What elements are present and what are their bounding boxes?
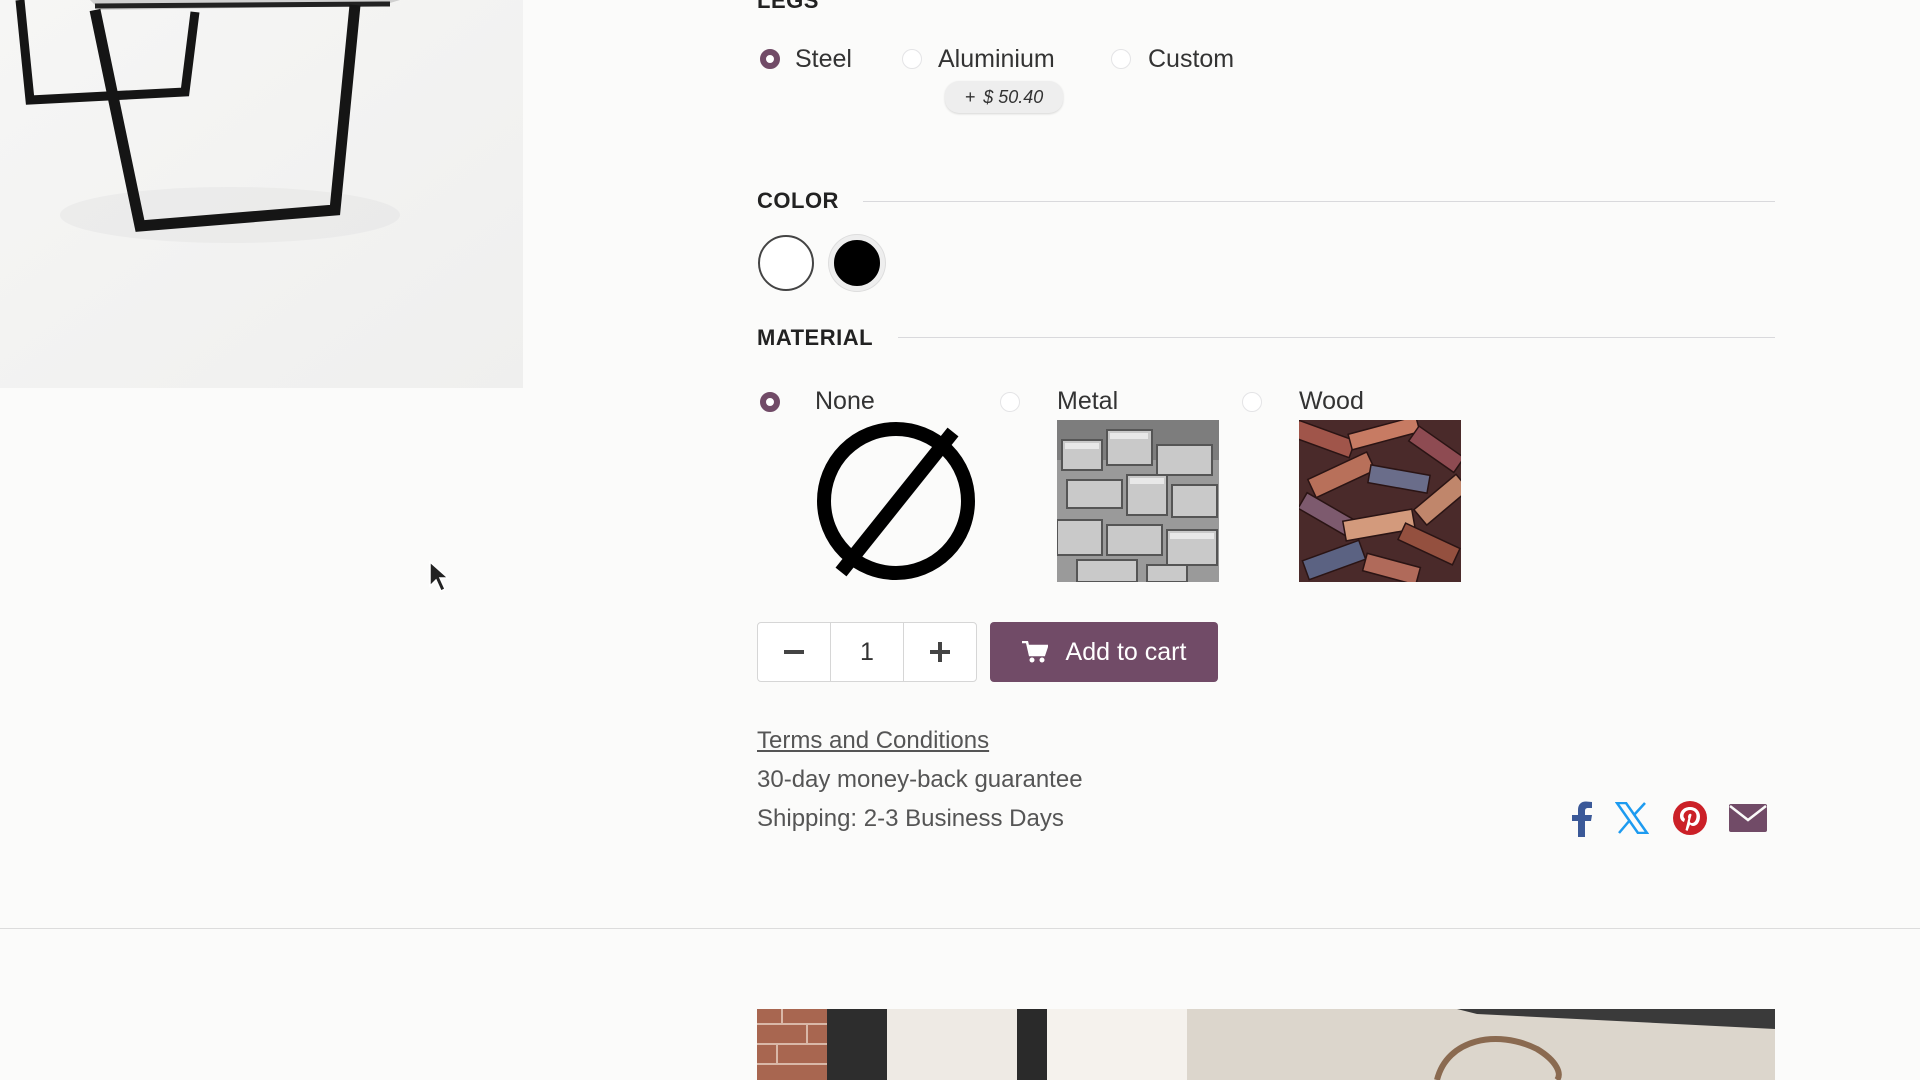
price-extra: $ 50.40 [983, 86, 1044, 107]
quantity-decrease-button[interactable] [758, 623, 830, 681]
color-swatch-white[interactable] [758, 235, 814, 291]
material-wood-label[interactable]: Wood [1299, 387, 1364, 416]
material-none-radio[interactable] [760, 392, 780, 412]
minus-icon [784, 650, 804, 654]
quantity-increase-button[interactable] [904, 623, 976, 681]
none-icon[interactable] [815, 420, 977, 582]
material-wood-radio[interactable] [1242, 392, 1262, 412]
quantity-stepper: 1 [757, 622, 977, 682]
color-title: COLOR [757, 188, 839, 213]
aluminium-price-badge: + $ 50.40 [945, 81, 1063, 113]
material-none-label[interactable]: None [815, 387, 875, 416]
guarantee-text: 30-day money-back guarantee [757, 766, 1083, 793]
quantity-input[interactable]: 1 [830, 623, 904, 681]
add-to-cart-button[interactable]: Add to cart [990, 622, 1218, 682]
legs-steel-label[interactable]: Steel [795, 45, 852, 74]
material-divider [898, 337, 1775, 338]
metal-bars-image[interactable] [1057, 420, 1219, 582]
legs-custom-radio[interactable] [1111, 49, 1131, 69]
product-image[interactable] [0, 0, 523, 388]
legs-aluminium-radio[interactable] [902, 49, 922, 69]
x-icon[interactable] [1614, 800, 1650, 836]
plus-icon [930, 642, 950, 662]
lifestyle-image [757, 1009, 1775, 1080]
legs-aluminium-label[interactable]: Aluminium [938, 45, 1055, 74]
color-swatch-black[interactable] [829, 235, 885, 291]
pinterest-icon[interactable] [1672, 800, 1708, 836]
facebook-icon[interactable] [1564, 801, 1600, 837]
page-divider [0, 928, 1920, 929]
add-to-cart-label: Add to cart [1065, 637, 1187, 666]
wood-pieces-image[interactable] [1299, 420, 1461, 582]
legs-custom-label[interactable]: Custom [1148, 45, 1234, 74]
price-plus-sign: + [964, 86, 976, 107]
legs-steel-radio[interactable] [760, 49, 780, 69]
material-title: MATERIAL [757, 325, 874, 350]
material-metal-radio[interactable] [1000, 392, 1020, 412]
material-metal-label[interactable]: Metal [1057, 387, 1118, 416]
legs-title: LEGS [757, 0, 819, 13]
email-icon[interactable] [1728, 800, 1768, 836]
shipping-text: Shipping: 2-3 Business Days [757, 805, 1064, 832]
mouse-cursor [428, 560, 452, 599]
color-divider [863, 201, 1775, 202]
terms-and-conditions-link[interactable]: Terms and Conditions [757, 727, 989, 754]
cart-icon [1021, 641, 1048, 663]
